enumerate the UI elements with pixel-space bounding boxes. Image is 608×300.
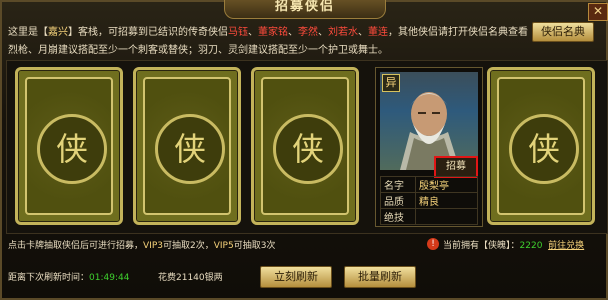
field-label: 品质 [380,192,416,209]
card-inner: 侠 [25,77,113,215]
face-down-card[interactable]: 侠 [251,67,359,225]
hero-name-value: 殷梨亭 [415,176,478,193]
face-down-card[interactable]: 侠 [15,67,123,225]
xia-glyph-icon: 侠 [509,114,579,184]
xia-glyph-icon: 侠 [37,114,107,184]
town-name: 嘉兴 [48,27,68,38]
exchange-link[interactable]: 前往兑换 [548,241,584,251]
draw-info: 点击卡牌抽取侠侣后可进行招募，VIP3可抽取2次，VIP5可抽取3次 [8,238,275,251]
batch-refresh-button[interactable]: 批量刷新 [344,266,416,288]
card-area: 侠 侠 侠 异 招募 名字 殷梨亭 品质 精良 绝技 侠 [6,60,608,234]
separator: 、 [358,27,368,38]
recruit-panel: 招募侠侣 ✕ 这里是【嘉兴】客栈，可招募到已结识的传奇侠侣马钰、董家铭、李然、刘… [0,0,608,300]
table-row: 绝技 [380,208,478,225]
refresh-now-button[interactable]: 立刻刷新 [260,266,332,288]
alert-icon: ! [427,238,439,250]
rarity-badge: 异 [382,74,400,92]
refresh-cost: 花费21140银两 [158,273,223,283]
face-down-card[interactable]: 侠 [487,67,595,225]
face-down-card[interactable]: 侠 [133,67,241,225]
hero-name-3: 李然 [298,27,318,38]
table-row: 名字 殷梨亭 [380,176,478,193]
owned-value: 2220 [519,241,543,251]
separator: 、 [248,27,258,38]
desc-line-2: 烈枪、月崩建议搭配至少一个刺客或替侠；羽刀、灵剑建议搭配至少一个护卫或舞士。 [8,45,388,56]
panel-title: 招募侠侣 [224,0,386,19]
refresh-timer: 距离下次刷新时间：01:49:44 [8,270,129,283]
hero-skill-value [415,208,478,225]
info-text: 点击卡牌抽取侠侣后可进行招募， [8,241,144,251]
revealed-hero-card: 异 招募 名字 殷梨亭 品质 精良 绝技 [375,67,483,227]
hero-name-2: 董家铭 [258,27,288,38]
table-row: 品质 精良 [380,192,478,209]
refresh-time: 01:49:44 [89,273,130,283]
recruit-button[interactable]: 招募 [434,156,478,178]
info-text: 可抽取2次， [162,241,214,251]
info-text: 可抽取3次 [233,241,276,251]
owned-label: 当前拥有【侠魄】： [443,241,520,251]
vip3-label: VIP3 [143,241,163,251]
description: 这里是【嘉兴】客栈，可招募到已结识的传奇侠侣马钰、董家铭、李然、刘若水、董连，其… [8,24,528,60]
hero-name-5: 董连 [368,27,388,38]
refresh-label: 距离下次刷新时间： [8,273,90,283]
card-inner: 侠 [261,77,349,215]
owned-currency: 当前拥有【侠魄】：2220 前往兑换 [443,238,584,251]
close-icon[interactable]: ✕ [588,3,608,21]
hero-name-4: 刘若水 [328,27,358,38]
desc-text: ，其他侠侣请打开侠侣名典查看 [388,27,528,38]
vip5-label: VIP5 [213,241,234,251]
hero-catalog-button[interactable]: 侠侣名典 [532,22,594,42]
separator: 、 [288,27,298,38]
field-label: 名字 [380,176,416,193]
xia-glyph-icon: 侠 [273,114,343,184]
field-label: 绝技 [380,208,416,225]
hero-name-1: 马钰 [228,27,248,38]
desc-text: 】客栈，可招募到已结识的传奇侠侣 [68,27,228,38]
card-inner: 侠 [497,77,585,215]
xia-glyph-icon: 侠 [155,114,225,184]
hero-info-table: 名字 殷梨亭 品质 精良 绝技 [380,176,478,225]
separator: 、 [318,27,328,38]
hero-quality-value: 精良 [415,192,478,209]
desc-text: 这里是【 [8,27,48,38]
card-inner: 侠 [143,77,231,215]
